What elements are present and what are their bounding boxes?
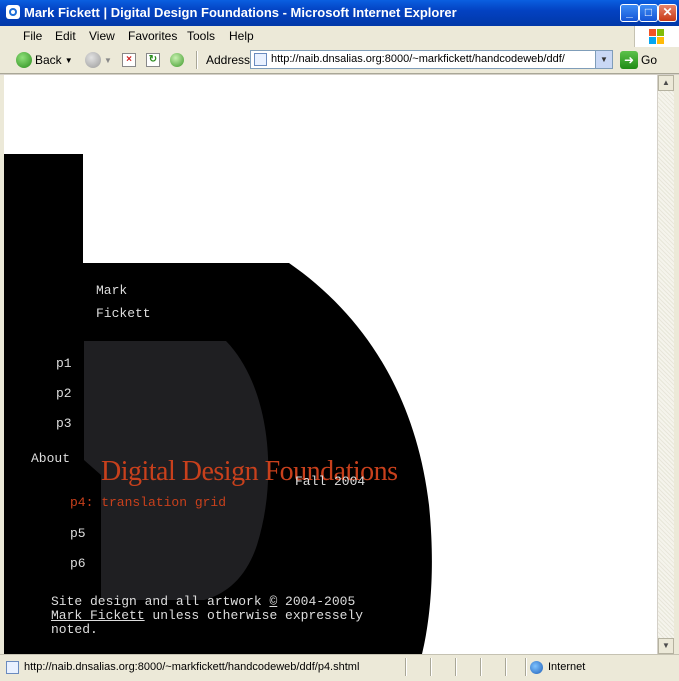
scroll-down-icon[interactable]: ▼ (658, 638, 674, 654)
toolbar: Back ▼ ▼ × ↻ Address http://naib.dnsalia… (0, 47, 679, 74)
nav-link-p6[interactable]: p6 (70, 556, 86, 571)
back-arrow-icon (16, 52, 32, 68)
nav-link-p2[interactable]: p2 (56, 386, 72, 401)
security-zone: Internet (548, 661, 586, 673)
copyright-text-3: noted. (51, 622, 98, 637)
author-last-name: Fickett (96, 306, 151, 321)
menu-tools[interactable]: Tools (187, 29, 215, 43)
address-label: Address (206, 53, 251, 67)
copyright-text: Site design and all artwork (51, 594, 270, 609)
menu-file[interactable]: File (23, 29, 42, 43)
status-panel-divider (405, 658, 407, 676)
go-button[interactable]: ➜ Go (620, 50, 657, 70)
copyright-text-2: unless otherwise expressely (144, 608, 364, 623)
back-label: Back (35, 53, 62, 67)
forward-button[interactable]: ▼ (85, 50, 112, 70)
menu-bar: File Edit View Favorites Tools Help (0, 26, 679, 48)
back-button[interactable]: Back ▼ (16, 50, 73, 70)
copyright-years: 2004-2005 (277, 594, 356, 609)
forward-dropdown-icon[interactable]: ▼ (104, 56, 112, 65)
go-label: Go (641, 53, 658, 67)
nav-link-about[interactable]: About (31, 451, 70, 466)
ie-icon (6, 5, 20, 19)
address-input[interactable]: http://naib.dnsalias.org:8000/~markficke… (271, 53, 565, 65)
menu-view[interactable]: View (89, 29, 115, 43)
page-viewport: Mark Fickett p1 p2 p3 About Digital Desi… (4, 75, 657, 654)
status-bar: http://naib.dnsalias.org:8000/~markficke… (0, 654, 679, 681)
copyright-notice: Site design and all artwork © 2004-2005 … (51, 595, 363, 637)
term-label: Fall 2004 (295, 474, 366, 489)
status-url: http://naib.dnsalias.org:8000/~markficke… (24, 661, 360, 673)
refresh-icon: ↻ (146, 53, 160, 67)
address-dropdown-icon[interactable]: ▼ (595, 51, 612, 68)
home-button[interactable] (170, 50, 184, 70)
author-first-name: Mark (96, 283, 128, 298)
vertical-scrollbar[interactable]: ▲ ▼ (657, 75, 674, 654)
nav-link-p4-current[interactable]: p4: translation grid (70, 495, 226, 510)
status-panel-divider (525, 658, 527, 676)
refresh-button[interactable]: ↻ (146, 50, 160, 70)
nav-link-p3[interactable]: p3 (56, 416, 72, 431)
forward-arrow-icon (85, 52, 101, 68)
author-link[interactable]: Mark Fickett (51, 608, 145, 623)
scroll-up-icon[interactable]: ▲ (658, 75, 674, 91)
menu-edit[interactable]: Edit (55, 29, 76, 43)
nav-link-p1[interactable]: p1 (56, 356, 72, 371)
menu-help[interactable]: Help (229, 29, 254, 43)
home-icon (170, 53, 184, 67)
toolbar-separator (196, 51, 198, 69)
status-panel-divider (505, 658, 507, 676)
windows-logo-icon (634, 26, 679, 47)
internet-zone-icon (530, 661, 543, 674)
status-panel-divider (430, 658, 432, 676)
page-icon (254, 53, 267, 66)
status-page-icon (6, 661, 19, 674)
page-background-shape (4, 154, 432, 654)
maximize-button[interactable]: □ (639, 4, 658, 22)
menu-favorites[interactable]: Favorites (128, 29, 177, 43)
stop-icon: × (122, 53, 136, 67)
minimize-button[interactable]: _ (620, 4, 639, 22)
address-bar[interactable]: http://naib.dnsalias.org:8000/~markficke… (250, 50, 613, 69)
stop-button[interactable]: × (122, 50, 136, 70)
back-dropdown-icon[interactable]: ▼ (65, 56, 73, 65)
close-button[interactable]: ✕ (658, 4, 677, 22)
title-bar: Mark Fickett | Digital Design Foundation… (0, 0, 679, 26)
window-title: Mark Fickett | Digital Design Foundation… (24, 5, 457, 20)
go-arrow-icon: ➜ (620, 51, 638, 69)
status-panel-divider (480, 658, 482, 676)
status-panel-divider (455, 658, 457, 676)
nav-link-p5[interactable]: p5 (70, 526, 86, 541)
